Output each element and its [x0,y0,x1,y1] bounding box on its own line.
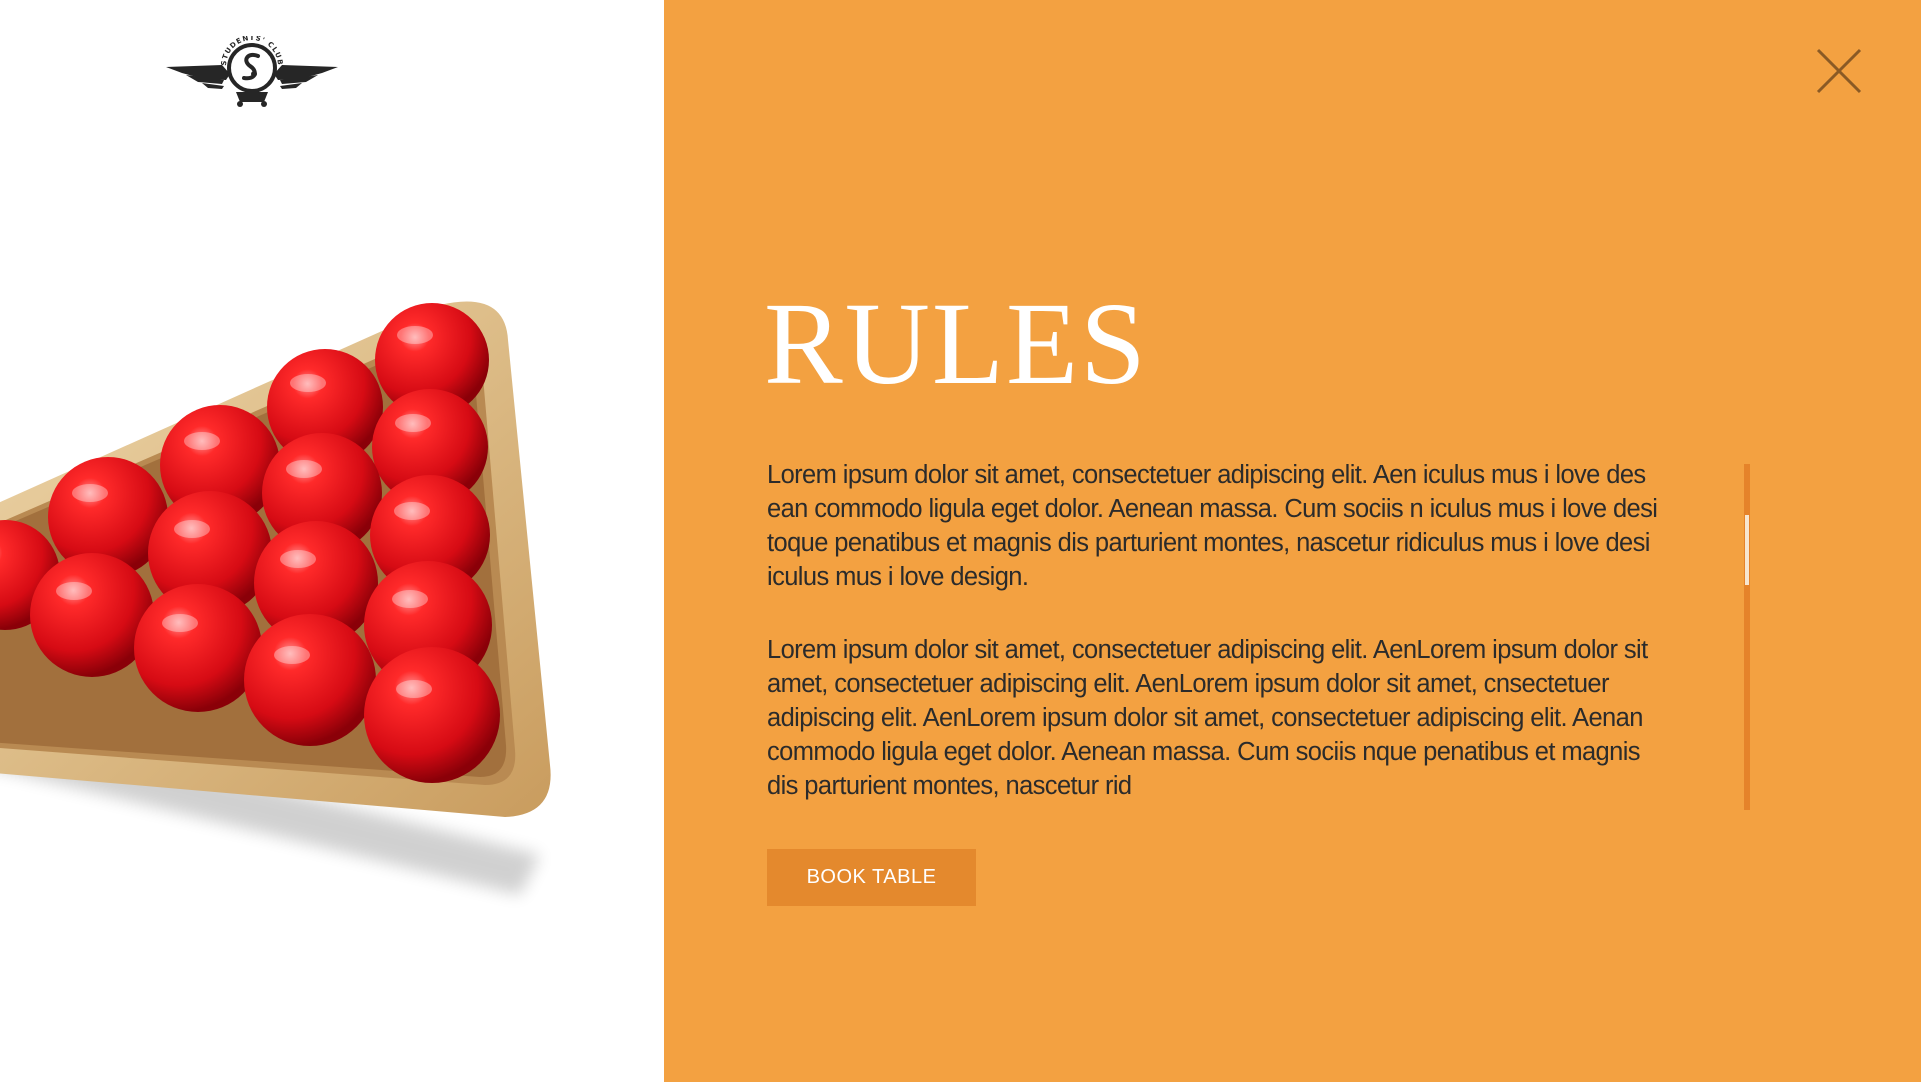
rules-paragraph-1: Lorem ipsum dolor sit amet, consectetuer… [767,461,1658,591]
rules-text: Lorem ipsum dolor sit amet, consectetuer… [767,458,1662,842]
close-icon [1816,48,1862,94]
page-title: RULES [764,278,1148,409]
close-button[interactable] [1816,48,1862,94]
left-panel: STUDENTS' CLUB [0,0,664,1082]
snooker-rack-image [0,295,560,910]
scrollbar-thumb[interactable] [1745,515,1749,585]
winged-emblem-logo-icon: STUDENTS' CLUB [166,36,338,107]
rules-paragraph-2: Lorem ipsum dolor sit amet, consectetuer… [767,636,1648,800]
book-table-button[interactable]: BOOK TABLE [767,849,976,906]
club-logo[interactable]: STUDENTS' CLUB [164,36,340,112]
